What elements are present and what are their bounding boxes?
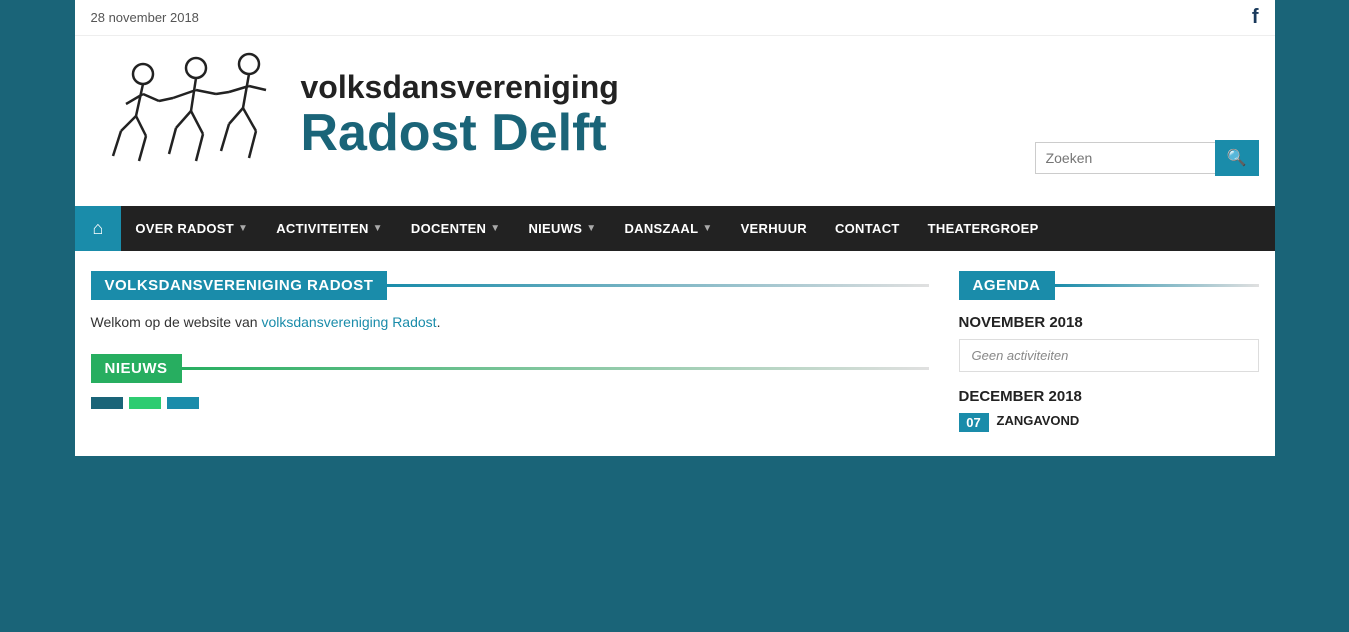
site-title-top: volksdansvereniging (301, 70, 619, 105)
nav-item-verhuur[interactable]: VERHUUR (727, 206, 821, 251)
nav-item-danszaal[interactable]: DANSZAAL ▼ (610, 206, 726, 251)
chevron-down-icon: ▼ (373, 223, 383, 234)
main-section-header: VOLKSDANSVERENIGING RADOST (91, 271, 929, 300)
chevron-down-icon: ▼ (238, 223, 248, 234)
home-icon: ⌂ (93, 218, 104, 239)
navigation: ⌂ OVER RADOST ▼ ACTIVITEITEN ▼ DOCENTEN … (75, 206, 1275, 251)
nav-item-contact[interactable]: CONTACT (821, 206, 914, 251)
logo-area: volksdansvereniging Radost Delft (91, 46, 619, 186)
no-activities-label: Geen activiteiten (959, 339, 1259, 372)
top-bar: 28 november 2018 f (75, 0, 1275, 36)
nieuws-section-header: NIEUWS (91, 354, 929, 383)
search-input[interactable] (1035, 142, 1215, 174)
search-area: 🔍 (1035, 140, 1259, 176)
nieuws-btn-3[interactable] (167, 397, 199, 409)
logo-image (91, 46, 291, 186)
agenda-header: AGENDA (959, 271, 1259, 300)
nav-home-button[interactable]: ⌂ (75, 206, 122, 251)
nieuws-buttons (91, 397, 929, 409)
chevron-down-icon: ▼ (490, 223, 500, 234)
nav-item-activiteiten[interactable]: ACTIVITEITEN ▼ (262, 206, 397, 251)
agenda-event-zangavond: 07 ZANGAVOND (959, 413, 1259, 432)
search-button[interactable]: 🔍 (1215, 140, 1259, 176)
nieuws-section-title: NIEUWS (91, 354, 182, 383)
nav-item-docenten[interactable]: DOCENTEN ▼ (397, 206, 515, 251)
nieuws-btn-1[interactable] (91, 397, 123, 409)
nieuws-divider (182, 367, 929, 370)
chevron-down-icon: ▼ (586, 223, 596, 234)
event-date: 07 (959, 413, 989, 432)
content-right: AGENDA NOVEMBER 2018 Geen activiteiten D… (959, 271, 1259, 436)
section-divider (387, 284, 928, 287)
main-content: VOLKSDANSVERENIGING RADOST Welkom op de … (75, 251, 1275, 456)
december-title: DECEMBER 2018 (959, 388, 1259, 405)
welcome-paragraph: Welkom op de website van volksdansvereni… (91, 314, 929, 330)
agenda-title: AGENDA (959, 271, 1055, 300)
radost-link[interactable]: volksdansvereniging Radost (261, 314, 436, 330)
main-section-title: VOLKSDANSVERENIGING RADOST (91, 271, 388, 300)
event-name: ZANGAVOND (997, 413, 1080, 428)
site-title: volksdansvereniging Radost Delft (301, 70, 619, 162)
site-title-bottom: Radost Delft (301, 105, 619, 162)
date-label: 28 november 2018 (91, 10, 199, 25)
november-title: NOVEMBER 2018 (959, 314, 1259, 331)
content-left: VOLKSDANSVERENIGING RADOST Welkom op de … (91, 271, 959, 436)
header: volksdansvereniging Radost Delft 🔍 (75, 36, 1275, 206)
agenda-divider (1055, 284, 1259, 287)
facebook-link[interactable]: f (1252, 6, 1259, 29)
nav-item-over-radost[interactable]: OVER RADOST ▼ (121, 206, 262, 251)
nieuws-btn-2[interactable] (129, 397, 161, 409)
nav-item-nieuws[interactable]: NIEUWS ▼ (514, 206, 610, 251)
chevron-down-icon: ▼ (702, 223, 712, 234)
nav-item-theatergroep[interactable]: THEATERGROEP (914, 206, 1053, 251)
